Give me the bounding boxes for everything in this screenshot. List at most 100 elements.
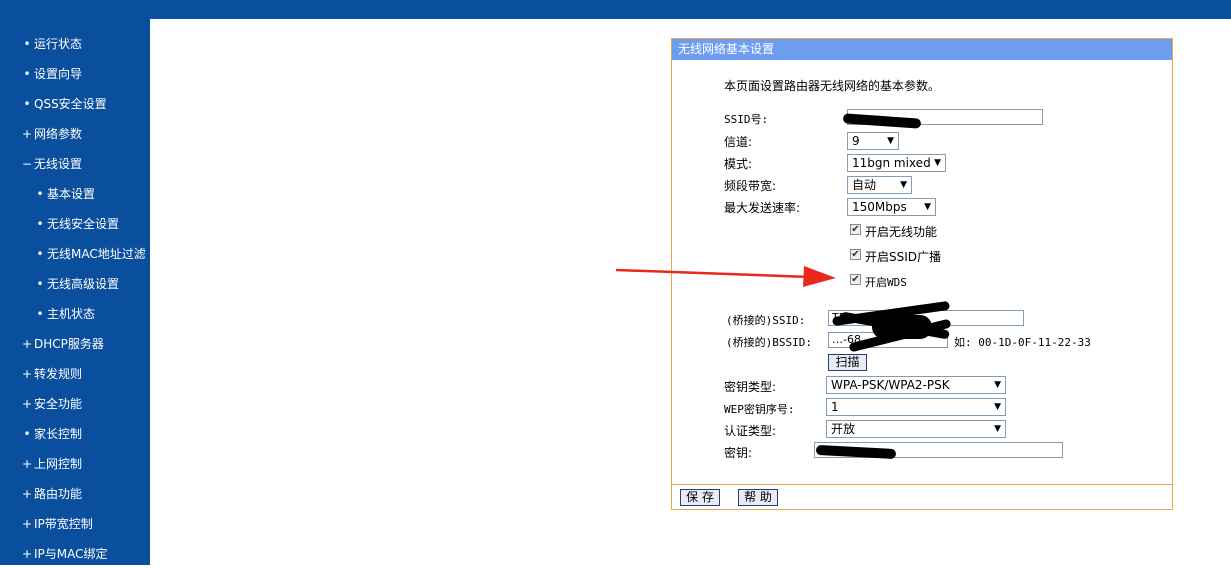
panel-title: 无线网络基本设置: [672, 39, 1172, 60]
sidebar-item-basic[interactable]: • 基本设置: [0, 179, 150, 209]
mode-select[interactable]: 11bgn mixed ▼: [847, 154, 946, 172]
auth-type-select[interactable]: 开放 ▼: [826, 420, 1006, 438]
dropdown-arrow-icon: ▼: [900, 180, 907, 190]
wep-index-label: WEP密钥序号:: [724, 403, 795, 416]
sidebar-item-dhcp[interactable]: + DHCP服务器: [0, 329, 150, 359]
sidebar-item-label: 转发规则: [34, 367, 83, 381]
sidebar-item-label: IP与MAC绑定: [34, 547, 108, 561]
expand-icon: +: [22, 367, 33, 381]
bullet-icon: •: [36, 307, 44, 321]
dropdown-arrow-icon: ▼: [994, 424, 1001, 434]
sidebar-item-mac-filter[interactable]: • 无线MAC地址过滤: [0, 239, 150, 269]
sidebar-item-label: 安全功能: [34, 397, 83, 411]
sidebar-item-label: DHCP服务器: [34, 337, 104, 351]
sidebar-item-label: QSS安全设置: [34, 97, 107, 111]
expand-icon: +: [22, 397, 33, 411]
sidebar-nav: • 运行状态 • 设置向导 • QSS安全设置 + 网络参数 − 无线设置 • 基本设置 • 无线安全设置…: [0, 29, 150, 569]
sidebar-item-label: 无线设置: [34, 157, 83, 171]
sidebar-item-network[interactable]: + 网络参数: [0, 119, 150, 149]
sidebar-item-label: 路由功能: [34, 487, 83, 501]
expand-icon: +: [22, 457, 33, 471]
enable-ssid-broadcast-label: 开启SSID广播: [865, 250, 942, 264]
dropdown-arrow-icon: ▼: [934, 158, 941, 168]
sidebar-item-host-status[interactable]: • 主机状态: [0, 299, 150, 329]
sidebar-item-label: IP带宽控制: [34, 517, 93, 531]
redaction-mark: [872, 315, 932, 339]
bandwidth-select[interactable]: 自动 ▼: [847, 176, 912, 194]
scan-button[interactable]: 扫描: [828, 354, 867, 371]
intro-text: 本页面设置路由器无线网络的基本参数。: [724, 79, 941, 93]
sidebar-item-label: 网络参数: [34, 127, 83, 141]
bssid-example-text: 如: 00-1D-0F-11-22-33: [954, 336, 1091, 349]
channel-label: 信道:: [724, 135, 753, 149]
help-button[interactable]: 帮 助: [738, 489, 778, 506]
bullet-icon: •: [36, 187, 44, 201]
auth-type-label: 认证类型:: [724, 424, 777, 438]
channel-select[interactable]: 9 ▼: [847, 132, 899, 150]
dropdown-arrow-icon: ▼: [887, 136, 894, 146]
expand-icon: +: [22, 517, 33, 531]
key-type-value: WPA-PSK/WPA2-PSK: [831, 378, 950, 392]
dropdown-arrow-icon: ▼: [994, 380, 1001, 390]
sidebar-item-wizard[interactable]: • 设置向导: [0, 59, 150, 89]
sidebar-item-forwarding[interactable]: + 转发规则: [0, 359, 150, 389]
max-rate-select[interactable]: 150Mbps ▼: [847, 198, 936, 216]
sidebar-item-label: 无线安全设置: [47, 217, 120, 231]
key-type-label: 密钥类型:: [724, 380, 777, 394]
sidebar-item-label: 设置向导: [34, 67, 83, 81]
sidebar-item-label: 主机状态: [47, 307, 96, 321]
bullet-icon: •: [23, 97, 31, 111]
content-corner: [150, 19, 190, 59]
sidebar-item-label: 运行状态: [34, 37, 83, 51]
dropdown-arrow-icon: ▼: [924, 202, 931, 212]
max-rate-label: 最大发送速率:: [724, 201, 801, 215]
enable-wireless-checkbox[interactable]: ✔: [850, 224, 861, 235]
auth-type-value: 开放: [831, 422, 856, 436]
ssid-label: SSID号:: [724, 113, 769, 126]
enable-ssid-broadcast-checkbox[interactable]: ✔: [850, 249, 861, 260]
collapse-icon: −: [22, 157, 33, 171]
sidebar-item-status[interactable]: • 运行状态: [0, 29, 150, 59]
sidebar-item-label: 家长控制: [34, 427, 83, 441]
bullet-icon: •: [36, 247, 44, 261]
sidebar-item-security[interactable]: + 安全功能: [0, 389, 150, 419]
bridge-bssid-label: (桥接的)BSSID:: [726, 336, 812, 349]
sidebar-item-label: 无线MAC地址过滤: [47, 247, 146, 261]
mode-value: 11bgn mixed: [852, 156, 931, 170]
expand-icon: +: [22, 337, 33, 351]
sidebar-item-qss[interactable]: • QSS安全设置: [0, 89, 150, 119]
sidebar-item-parental-control[interactable]: • 家长控制: [0, 419, 150, 449]
sidebar-item-bandwidth-control[interactable]: + IP带宽控制: [0, 509, 150, 539]
bullet-icon: •: [36, 217, 44, 231]
bandwidth-label: 频段带宽:: [724, 179, 777, 193]
bandwidth-value: 自动: [852, 178, 877, 192]
bullet-icon: •: [23, 67, 31, 81]
expand-icon: +: [22, 487, 33, 501]
enable-wds-label: 开启WDS: [865, 276, 907, 289]
sidebar-item-wireless-advanced[interactable]: • 无线高级设置: [0, 269, 150, 299]
enable-wireless-label: 开启无线功能: [865, 225, 938, 239]
annotation-arrow-icon: [615, 266, 836, 287]
sidebar-item-wireless[interactable]: − 无线设置: [0, 149, 150, 179]
key-label: 密钥:: [724, 446, 753, 460]
enable-wds-checkbox[interactable]: ✔: [850, 274, 861, 285]
sidebar-item-wireless-security[interactable]: • 无线安全设置: [0, 209, 150, 239]
key-type-select[interactable]: WPA-PSK/WPA2-PSK ▼: [826, 376, 1006, 394]
max-rate-value: 150Mbps: [852, 200, 907, 214]
wep-index-value: 1: [831, 400, 839, 414]
channel-value: 9: [852, 134, 860, 148]
bullet-icon: •: [36, 277, 44, 291]
sidebar-item-label: 基本设置: [47, 187, 96, 201]
dropdown-arrow-icon: ▼: [994, 402, 1001, 412]
top-bar: [0, 0, 1231, 19]
sidebar-item-access-control[interactable]: + 上网控制: [0, 449, 150, 479]
bullet-icon: •: [23, 37, 31, 51]
mode-label: 模式:: [724, 157, 753, 171]
sidebar-item-label: 无线高级设置: [47, 277, 120, 291]
save-button[interactable]: 保 存: [680, 489, 720, 506]
sidebar-item-label: 上网控制: [34, 457, 83, 471]
bullet-icon: •: [23, 427, 31, 441]
wep-index-select[interactable]: 1 ▼: [826, 398, 1006, 416]
footer-divider: [672, 484, 1172, 485]
sidebar-item-routing[interactable]: + 路由功能: [0, 479, 150, 509]
